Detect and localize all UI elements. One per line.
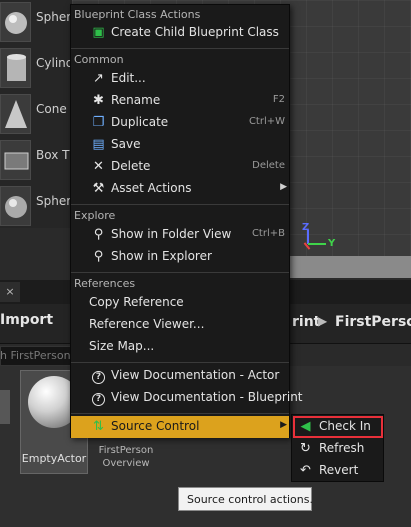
help-icon: ? (91, 390, 106, 406)
delete-icon: ✕ (93, 159, 104, 174)
place-actor-label: Cone (36, 102, 67, 116)
place-actor-label: Spher (36, 10, 72, 24)
edit-icon: ↗ (93, 71, 104, 86)
divider (71, 362, 289, 363)
viewport-floor (290, 256, 411, 278)
axis-y-line (308, 243, 326, 245)
menu-item-label: View Documentation - Blueprint (111, 390, 303, 404)
sphere-icon (0, 2, 31, 42)
submenu-item-revert[interactable]: ↶ Revert (292, 460, 383, 482)
breadcrumb-separator-icon: ▶ (318, 314, 328, 328)
check-in-focus-highlight (293, 416, 383, 438)
menu-item-source-control[interactable]: ⇅ Source Control ▶ (71, 416, 289, 438)
menu-item-label: Show in Folder View (111, 227, 232, 241)
asset-name: EmptyActor (21, 452, 87, 465)
section-header-common: Common (74, 53, 124, 66)
shortcut-label: Delete (252, 160, 285, 171)
asset-context-menu: Blueprint Class Actions ▣ Create Child B… (70, 4, 303, 438)
axis-y-label: Y (328, 238, 336, 249)
menu-item-label: Size Map... (89, 339, 155, 353)
menu-item-label: Delete (111, 159, 151, 173)
divider (71, 413, 289, 414)
submenu-item-refresh[interactable]: ↻ Refresh (292, 438, 383, 460)
shortcut-label: Ctrl+B (251, 228, 285, 239)
menu-item-label: Refresh (319, 441, 365, 455)
menu-item-label: Show in Explorer (111, 249, 212, 263)
revert-icon: ↶ (300, 463, 311, 478)
duplicate-icon: ❐ (92, 115, 105, 130)
place-actor-label: Cylind (36, 56, 74, 70)
tab-close-icon[interactable]: × (0, 282, 20, 302)
shortcut-label: F2 (272, 94, 285, 105)
axis-z-label: Z (302, 222, 310, 233)
menu-item-label: Copy Reference (89, 295, 184, 309)
menu-item-create-child-blueprint[interactable]: ▣ Create Child Blueprint Class (71, 22, 289, 44)
menu-item-show-in-explorer[interactable]: ⚲ Show in Explorer (71, 246, 289, 268)
search-placeholder: h FirstPerson (0, 349, 71, 362)
help-icon: ? (91, 368, 106, 384)
tooltip-text: Source control actions. (187, 493, 313, 506)
divider (71, 204, 289, 205)
submenu-arrow-icon: ▶ (280, 182, 287, 192)
menu-item-view-documentation-blueprint[interactable]: ? View Documentation - Blueprint (71, 387, 303, 409)
menu-item-size-map[interactable]: Size Map... (71, 336, 289, 358)
menu-item-label: Revert (319, 463, 359, 477)
rename-icon: ✱ (93, 93, 104, 108)
shortcut-label: Ctrl+W (248, 116, 285, 127)
menu-item-label: Edit... (111, 71, 146, 85)
magnifier-icon: ⚲ (93, 249, 104, 264)
place-actor-label: Box T (36, 148, 70, 162)
divider (71, 48, 289, 49)
magnifier-icon: ⚲ (93, 227, 104, 242)
wrench-icon: ⚒ (92, 181, 105, 196)
place-actor-label: Spher (36, 194, 72, 208)
sources-collapse-handle[interactable] (0, 390, 10, 424)
section-header-explore: Explore (74, 209, 116, 222)
menu-item-asset-actions[interactable]: ⚒ Asset Actions ▶ (71, 178, 289, 200)
sphere-icon (0, 186, 31, 226)
menu-item-label: Create Child Blueprint Class (111, 25, 279, 39)
breadcrumb-folder[interactable]: rint (292, 314, 320, 330)
section-header-references: References (74, 277, 136, 290)
import-button[interactable]: Import (0, 312, 53, 328)
menu-item-reference-viewer[interactable]: Reference Viewer... (71, 314, 289, 336)
menu-item-label: Asset Actions (111, 181, 192, 195)
submenu-arrow-icon: ▶ (280, 420, 287, 430)
blueprint-icon: ▣ (92, 25, 105, 40)
menu-item-label: Rename (111, 93, 161, 107)
cylinder-icon (0, 48, 31, 88)
box-trigger-icon (0, 140, 31, 180)
source-control-icon: ⇅ (93, 419, 104, 434)
save-icon: ▤ (92, 137, 105, 152)
menu-item-rename[interactable]: ✱ Rename F2 (71, 90, 289, 112)
menu-item-save[interactable]: ▤ Save (71, 134, 289, 156)
breadcrumb-current-folder[interactable]: FirstPerson (335, 314, 411, 330)
asset-tile-firstperson-overview[interactable]: FirstPerson Overview (92, 444, 160, 470)
menu-item-edit[interactable]: ↗ Edit... (71, 68, 289, 90)
menu-item-label: Duplicate (111, 115, 169, 129)
menu-item-delete[interactable]: ✕ Delete Delete (71, 156, 289, 178)
menu-item-label: Source Control (111, 419, 200, 433)
cone-icon (0, 94, 31, 134)
tooltip: Source control actions. (178, 487, 313, 511)
divider (71, 272, 289, 273)
menu-item-copy-reference[interactable]: Copy Reference (71, 292, 289, 314)
refresh-icon: ↻ (300, 441, 311, 456)
menu-item-label: Save (111, 137, 141, 151)
menu-item-label: Reference Viewer... (89, 317, 205, 331)
section-header-blueprint-class-actions: Blueprint Class Actions (74, 8, 201, 21)
menu-item-view-documentation-actor[interactable]: ? View Documentation - Actor (71, 365, 289, 387)
menu-item-duplicate[interactable]: ❐ Duplicate Ctrl+W (71, 112, 289, 134)
menu-item-show-in-folder-view[interactable]: ⚲ Show in Folder View Ctrl+B (71, 224, 289, 246)
menu-item-label: View Documentation - Actor (111, 368, 280, 382)
